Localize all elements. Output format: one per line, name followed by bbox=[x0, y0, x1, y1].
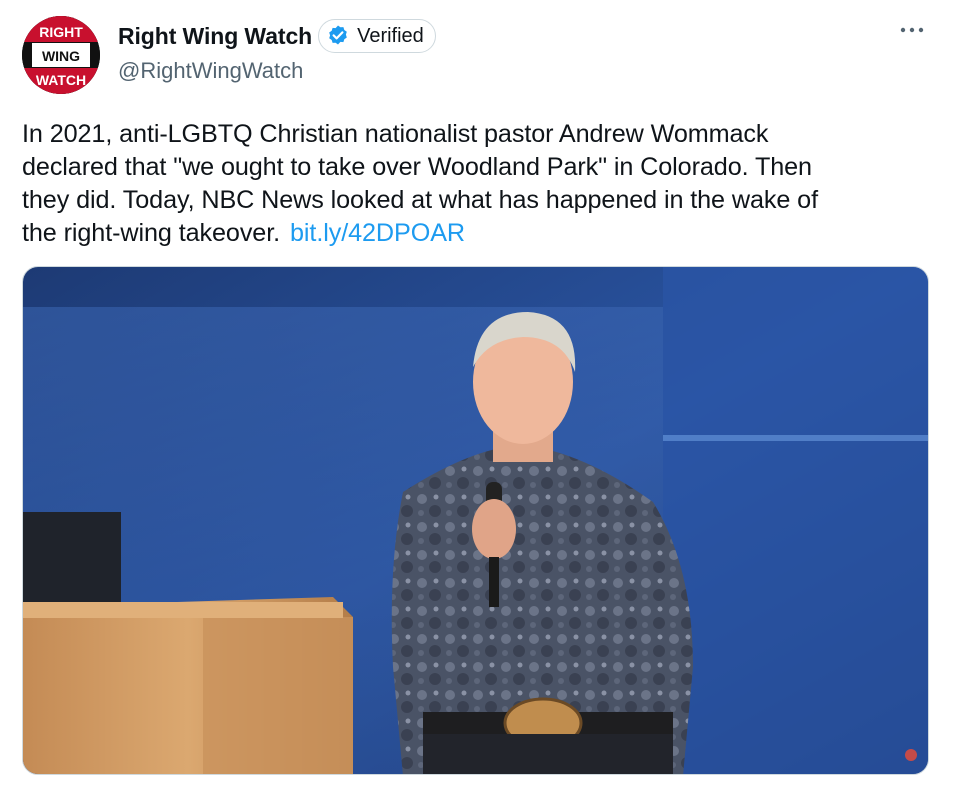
verified-badge[interactable]: Verified bbox=[318, 19, 436, 53]
avatar-line-3: WATCH bbox=[36, 72, 86, 88]
tweet-line: they did. Today, NBC News looked at what… bbox=[22, 186, 818, 214]
more-options-button[interactable] bbox=[896, 18, 928, 42]
video-thumbnail[interactable] bbox=[22, 266, 929, 775]
verified-label: Verified bbox=[357, 24, 424, 47]
avatar-line-2: WING bbox=[42, 48, 80, 64]
author-handle[interactable]: @RightWingWatch bbox=[118, 58, 303, 84]
tweet-link[interactable]: bit.ly/42DPOAR bbox=[290, 219, 465, 247]
author-name-row: Right Wing Watch Verified bbox=[118, 16, 436, 56]
tweet-line: the right-wing takeover. bbox=[22, 219, 281, 247]
tweet-line: In 2021, anti-LGBTQ Christian nationalis… bbox=[22, 120, 769, 148]
verified-check-icon bbox=[329, 25, 347, 45]
video-frame-image bbox=[23, 267, 928, 774]
tweet-line-last: the right-wing takeover. bit.ly/42DPOAR bbox=[22, 217, 922, 250]
tweet-line: declared that "we ought to take over Woo… bbox=[22, 153, 812, 181]
avatar-line-1: RIGHT bbox=[39, 24, 83, 40]
tweet-text: In 2021, anti-LGBTQ Christian nationalis… bbox=[22, 118, 922, 250]
right-wing-watch-logo: RIGHT WING WATCH bbox=[22, 16, 100, 94]
avatar[interactable]: RIGHT WING WATCH bbox=[22, 16, 100, 94]
author-display-name[interactable]: Right Wing Watch bbox=[118, 23, 312, 50]
more-horizontal-icon bbox=[900, 27, 924, 33]
